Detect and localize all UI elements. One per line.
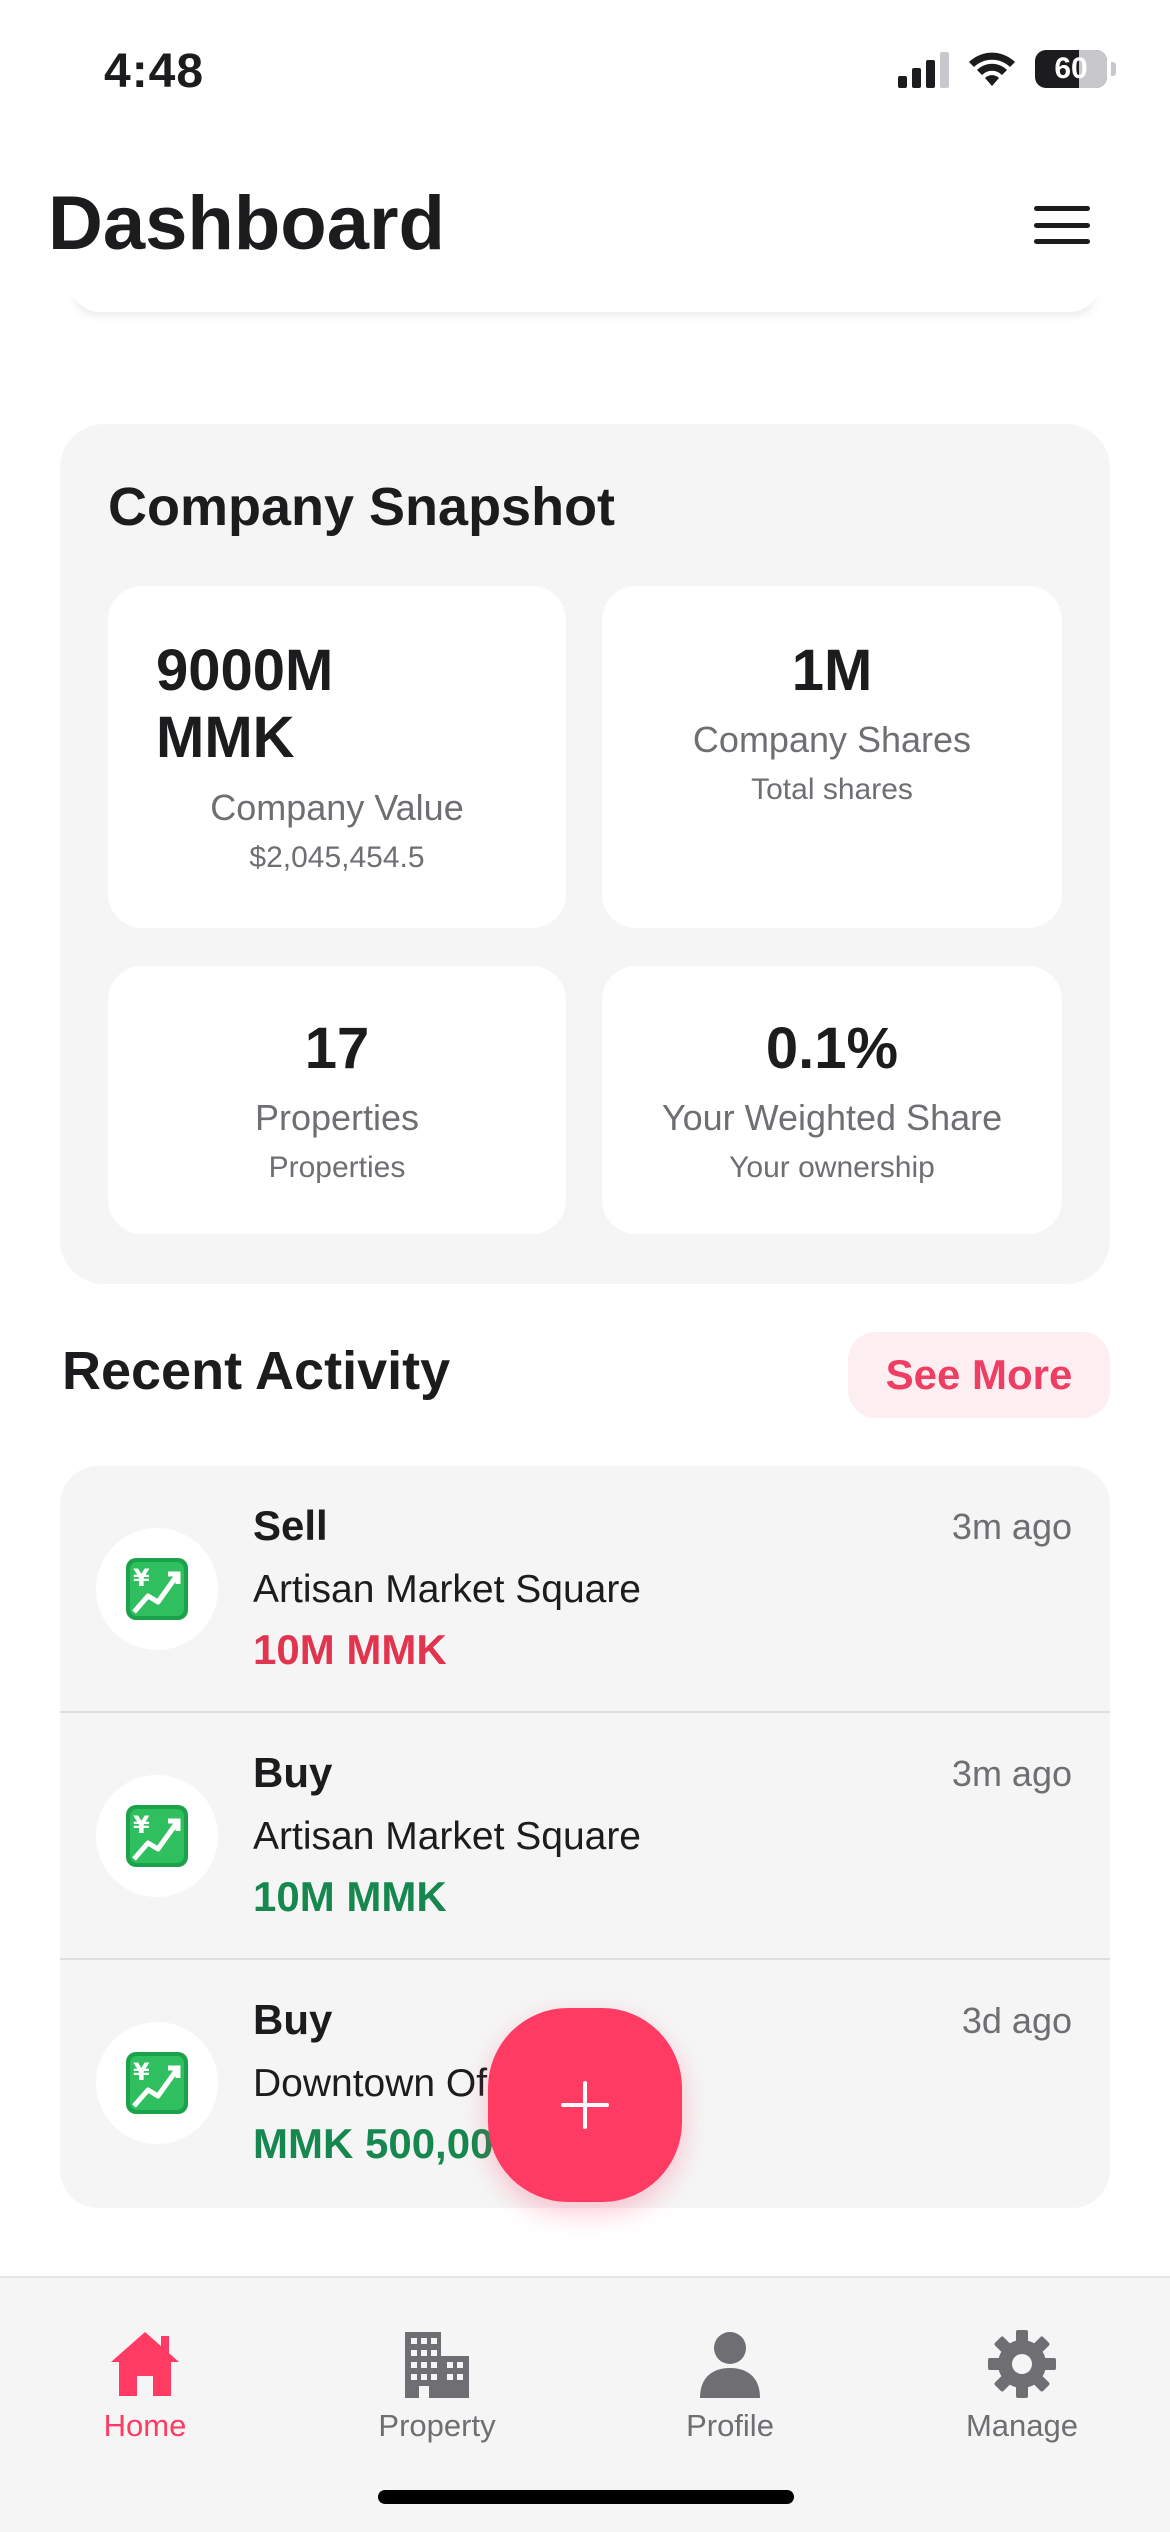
- stat-value: 17: [304, 1016, 370, 1081]
- recent-activity-heading: Recent Activity: [62, 1341, 451, 1401]
- building-icon: [405, 2332, 469, 2398]
- activity-time: 3m ago: [951, 1506, 1072, 1547]
- activity-type: Buy: [253, 1996, 333, 2043]
- snapshot-title: Company Snapshot: [108, 477, 616, 537]
- company-snapshot-card: Company Snapshot 9000M MMK Company Value…: [60, 424, 1110, 1284]
- activity-time: 3d ago: [961, 2000, 1072, 2041]
- stat-properties: 17 Properties Properties: [108, 966, 566, 1234]
- battery-icon: 60: [1035, 50, 1107, 88]
- add-button[interactable]: [488, 2008, 682, 2202]
- tab-home[interactable]: Home: [45, 2328, 245, 2444]
- activity-property: Artisan Market Square: [253, 1815, 642, 1858]
- chart-increasing-with-yen-icon: ¥: [126, 1805, 188, 1867]
- activity-type: Sell: [253, 1502, 328, 1549]
- activity-amount: 10M MMK: [253, 1626, 447, 1673]
- tab-label: Profile: [686, 2408, 774, 2443]
- stat-sub: $2,045,454.5: [249, 841, 425, 875]
- activity-icon-container: ¥: [96, 2022, 218, 2144]
- chart-increasing-with-yen-icon: ¥: [126, 2052, 188, 2114]
- activity-amount: 10M MMK: [253, 1873, 447, 1920]
- tab-label: Property: [378, 2408, 496, 2443]
- activity-time: 3m ago: [951, 1753, 1072, 1794]
- stat-weighted-share: 0.1% Your Weighted Share Your ownership: [602, 966, 1062, 1234]
- page-title: Dashboard: [48, 181, 445, 266]
- activity-icon-container: ¥: [96, 1775, 218, 1897]
- gear-icon: [988, 2330, 1056, 2398]
- menu-line: [1034, 239, 1090, 244]
- activity-type: Buy: [253, 1749, 333, 1796]
- scrolled-card-edge: [70, 282, 1100, 312]
- plus-icon: [561, 2081, 609, 2129]
- activity-property: Downtown Of: [253, 2062, 488, 2105]
- stat-value: 1M: [791, 638, 873, 703]
- stat-sub: Properties: [268, 1150, 406, 1184]
- tab-property[interactable]: Property: [337, 2328, 537, 2444]
- stat-sub: Total shares: [751, 772, 913, 806]
- stat-value: 0.1%: [765, 1016, 899, 1081]
- stat-company-value: 9000M MMK Company Value $2,045,454.5: [108, 586, 566, 928]
- tab-label: Home: [103, 2408, 187, 2443]
- stat-label: Properties: [254, 1096, 420, 1138]
- menu-button[interactable]: [1030, 200, 1094, 250]
- status-icons: 60: [898, 50, 1116, 88]
- tab-label: Manage: [965, 2408, 1079, 2443]
- activity-amount: MMK 500,00: [253, 2120, 494, 2167]
- svg-text:¥: ¥: [133, 1811, 150, 1839]
- activity-row[interactable]: ¥ Buy Artisan Market Square 10M MMK 3m a…: [60, 1713, 1110, 1960]
- chart-increasing-with-yen-icon: ¥: [126, 1558, 188, 1620]
- battery-level: 60: [1054, 52, 1088, 85]
- status-time: 4:48: [104, 45, 205, 98]
- stat-label: Your Weighted Share: [661, 1096, 1003, 1138]
- tab-manage[interactable]: Manage: [922, 2328, 1122, 2444]
- svg-text:¥: ¥: [133, 2058, 150, 2086]
- stat-sub: Your ownership: [729, 1150, 935, 1184]
- hamburger-menu-icon: [1034, 206, 1090, 211]
- wifi-icon: [969, 52, 1015, 86]
- activity-icon-container: ¥: [96, 1528, 218, 1650]
- stat-value: 9000M MMK: [156, 638, 334, 770]
- svg-text:¥: ¥: [133, 1564, 150, 1592]
- menu-line: [1034, 222, 1090, 228]
- home-indicator: [378, 2490, 794, 2504]
- cellular-signal-icon: [898, 50, 949, 88]
- home-icon: [111, 2332, 179, 2396]
- stat-company-shares: 1M Company Shares Total shares: [602, 586, 1062, 928]
- activity-property: Artisan Market Square: [253, 1568, 642, 1611]
- battery-tip: [1111, 62, 1116, 76]
- see-more-button[interactable]: See More: [848, 1332, 1110, 1418]
- stat-label: Company Shares: [692, 718, 972, 760]
- person-icon: [700, 2332, 760, 2398]
- stat-label: Company Value: [210, 787, 464, 829]
- tab-profile[interactable]: Profile: [630, 2328, 830, 2444]
- activity-row[interactable]: ¥ Sell Artisan Market Square 10M MMK 3m …: [60, 1466, 1110, 1713]
- status-bar: 4:48 60: [0, 0, 1170, 140]
